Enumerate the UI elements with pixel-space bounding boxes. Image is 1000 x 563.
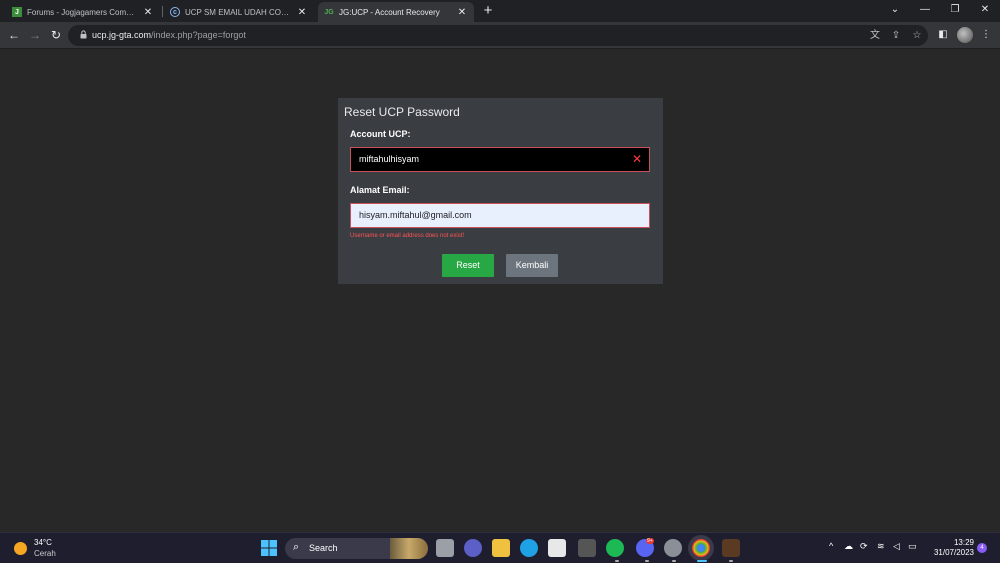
running-indicator: [645, 560, 649, 562]
app-cube-icon[interactable]: [578, 539, 596, 557]
jgucp-icon: JG: [324, 8, 334, 16]
reset-password-panel: Reset UCP Password Account UCP: miftahul…: [338, 98, 663, 284]
avatar[interactable]: [957, 27, 973, 43]
search-label: Search: [309, 543, 338, 553]
tab-separator: [162, 6, 163, 17]
system-clock[interactable]: 13:29 31/07/2023: [928, 538, 974, 558]
tab-title: UCP SM EMAIL UDAH COCOK TP: [185, 7, 292, 17]
reset-button[interactable]: Reset: [442, 254, 494, 277]
window-close-icon[interactable]: ✕: [970, 1, 1000, 19]
minimize-icon[interactable]: —: [910, 1, 940, 19]
clear-icon[interactable]: ✕: [632, 148, 642, 171]
wifi-icon[interactable]: ≋: [877, 541, 885, 552]
temperature[interactable]: 34°C: [34, 538, 52, 547]
tab-forums[interactable]: J Forums - Jogjagamers Community ✕: [6, 2, 160, 22]
clock-time: 13:29: [953, 538, 974, 547]
tab-ucp-email[interactable]: c UCP SM EMAIL UDAH COCOK TP ✕: [164, 2, 314, 22]
url-text: ucp.jg-gta.com/index.php?page=forgot: [92, 29, 246, 42]
email-label: Alamat Email:: [350, 185, 410, 195]
sun-icon[interactable]: [14, 542, 27, 555]
store-icon[interactable]: [548, 539, 566, 557]
error-message: Username or email address does not exist…: [350, 233, 465, 239]
account-label: Account UCP:: [350, 129, 411, 139]
forward-arrow-icon[interactable]: →: [27, 27, 43, 43]
account-field[interactable]: miftahulhisyam ✕: [350, 147, 650, 172]
back-arrow-icon[interactable]: ←: [6, 27, 22, 43]
address-bar[interactable]: ucp.jg-gta.com/index.php?page=forgot 文 ⇪…: [68, 25, 928, 46]
share-icon[interactable]: ⇪: [889, 29, 903, 43]
url-path: /index.php?page=forgot: [151, 30, 246, 40]
close-icon[interactable]: ✕: [142, 7, 154, 18]
running-indicator: [729, 560, 733, 562]
taskbar: 34°C Cerah ⌕ Search 9+ ^ ☁ ⟳ ≋ ◁ ▭ 13:29…: [0, 532, 1000, 563]
running-indicator: [615, 560, 619, 562]
active-indicator: [697, 560, 707, 562]
close-icon[interactable]: ✕: [456, 7, 468, 18]
jogjagamers-icon: J: [12, 7, 22, 17]
chrome-icon[interactable]: [692, 539, 710, 557]
browser-toolbar: ← → ↻ ucp.jg-gta.com/index.php?page=forg…: [0, 22, 1000, 49]
sync-icon[interactable]: ⟳: [860, 541, 868, 552]
bookmark-star-icon[interactable]: ☆: [910, 29, 924, 43]
tab-search-icon[interactable]: ⌄: [880, 1, 910, 19]
new-tab-button[interactable]: +: [479, 2, 497, 20]
tab-account-recovery[interactable]: JG JG:UCP - Account Recovery ✕: [318, 2, 474, 22]
back-button[interactable]: Kembali: [506, 254, 558, 277]
lock-icon[interactable]: [80, 30, 87, 39]
weather-condition[interactable]: Cerah: [34, 549, 56, 558]
email-value: hisyam.miftahul@gmail.com: [359, 210, 472, 220]
spotify-icon[interactable]: [606, 539, 624, 557]
volume-icon[interactable]: ◁: [893, 541, 900, 552]
search-icon: ⌕: [293, 541, 300, 553]
battery-icon[interactable]: ▭: [908, 541, 917, 552]
restore-icon[interactable]: ❐: [940, 1, 970, 19]
tab-title: JG:UCP - Account Recovery: [339, 7, 440, 17]
tab-title: Forums - Jogjagamers Community: [27, 7, 138, 17]
panel-title: Reset UCP Password: [344, 105, 460, 119]
game-app-icon[interactable]: [722, 539, 740, 557]
settings-gear-icon[interactable]: [664, 539, 682, 557]
globe-icon: c: [170, 7, 180, 17]
account-value: miftahulhisyam: [359, 154, 420, 164]
clock-date: 31/07/2023: [933, 548, 974, 557]
chevron-up-icon[interactable]: ^: [829, 541, 833, 551]
reload-icon[interactable]: ↻: [48, 27, 64, 43]
menu-kebab-icon[interactable]: ⋮: [979, 28, 993, 42]
windows-start-icon[interactable]: [260, 539, 278, 557]
side-panel-icon[interactable]: ◧: [936, 28, 950, 42]
tab-strip: J Forums - Jogjagamers Community ✕ c UCP…: [0, 0, 1000, 22]
notification-badge[interactable]: 4: [977, 543, 987, 553]
taskbar-search[interactable]: ⌕ Search: [285, 538, 428, 559]
task-view-icon[interactable]: [436, 539, 454, 557]
url-host: ucp.jg-gta.com: [92, 30, 152, 40]
edge-icon[interactable]: [520, 539, 538, 557]
teams-chat-icon[interactable]: [464, 539, 482, 557]
close-icon[interactable]: ✕: [296, 7, 308, 18]
search-highlight-image: [390, 538, 428, 559]
cloud-icon[interactable]: ☁: [844, 541, 853, 552]
running-indicator: [672, 560, 676, 562]
discord-badge: 9+: [646, 538, 654, 544]
email-field[interactable]: hisyam.miftahul@gmail.com: [350, 203, 650, 228]
translate-icon[interactable]: 文: [868, 29, 882, 43]
file-explorer-icon[interactable]: [492, 539, 510, 557]
